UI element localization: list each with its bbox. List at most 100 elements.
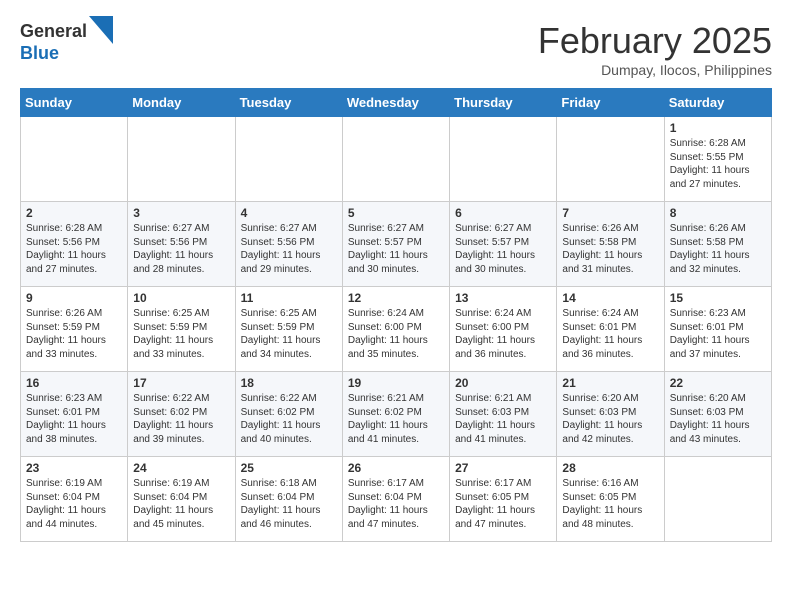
weekday-header-tuesday: Tuesday	[235, 89, 342, 117]
day-info: Sunrise: 6:24 AMSunset: 6:00 PMDaylight:…	[455, 307, 551, 361]
day-info: Sunrise: 6:20 AMSunset: 6:03 PMDaylight:…	[562, 392, 658, 446]
day-number: 19	[348, 376, 444, 390]
calendar-week-row: 16 Sunrise: 6:23 AMSunset: 6:01 PMDayligh…	[21, 372, 772, 457]
weekday-header-thursday: Thursday	[450, 89, 557, 117]
calendar-cell: 12 Sunrise: 6:24 AMSunset: 6:00 PMDayligh…	[342, 287, 449, 372]
calendar-cell: 11 Sunrise: 6:25 AMSunset: 5:59 PMDayligh…	[235, 287, 342, 372]
weekday-header-sunday: Sunday	[21, 89, 128, 117]
weekday-header-row: SundayMondayTuesdayWednesdayThursdayFrid…	[21, 89, 772, 117]
day-info: Sunrise: 6:26 AMSunset: 5:59 PMDaylight:…	[26, 307, 122, 361]
calendar-cell: 3 Sunrise: 6:27 AMSunset: 5:56 PMDaylight…	[128, 202, 235, 287]
calendar-cell	[342, 117, 449, 202]
location-text: Dumpay, Ilocos, Philippines	[538, 62, 772, 78]
calendar-cell: 26Sunrise: 6:17 AMSunset: 6:04 PMDayligh…	[342, 457, 449, 542]
day-number: 20	[455, 376, 551, 390]
calendar-cell: 23 Sunrise: 6:19 AMSunset: 6:04 PMDayligh…	[21, 457, 128, 542]
calendar-cell	[664, 457, 771, 542]
day-number: 18	[241, 376, 337, 390]
day-info: Sunrise: 6:26 AMSunset: 5:58 PMDaylight:…	[562, 222, 658, 276]
day-number: 8	[670, 206, 766, 220]
calendar-cell: 18 Sunrise: 6:22 AMSunset: 6:02 PMDayligh…	[235, 372, 342, 457]
day-number: 12	[348, 291, 444, 305]
day-info: Sunrise: 6:25 AMSunset: 5:59 PMDaylight:…	[241, 307, 337, 361]
logo-icon	[89, 16, 113, 44]
day-number: 6	[455, 206, 551, 220]
day-info: Sunrise: 6:23 AMSunset: 6:01 PMDaylight:…	[26, 392, 122, 446]
day-info: Sunrise: 6:28 AMSunset: 5:56 PMDaylight:…	[26, 222, 122, 276]
calendar-cell: 16 Sunrise: 6:23 AMSunset: 6:01 PMDayligh…	[21, 372, 128, 457]
logo-general-text: General	[20, 22, 87, 42]
day-number: 25	[241, 461, 337, 475]
day-info: Sunrise: 6:20 AMSunset: 6:03 PMDaylight:…	[670, 392, 766, 446]
day-info: Sunrise: 6:24 AMSunset: 6:00 PMDaylight:…	[348, 307, 444, 361]
calendar-cell	[21, 117, 128, 202]
day-info: Sunrise: 6:23 AMSunset: 6:01 PMDaylight:…	[670, 307, 766, 361]
calendar-cell	[557, 117, 664, 202]
day-info: Sunrise: 6:21 AMSunset: 6:02 PMDaylight:…	[348, 392, 444, 446]
calendar-cell: 2Sunrise: 6:28 AMSunset: 5:56 PMDaylight…	[21, 202, 128, 287]
day-info: Sunrise: 6:26 AMSunset: 5:58 PMDaylight:…	[670, 222, 766, 276]
day-number: 16	[26, 376, 122, 390]
calendar-cell: 27 Sunrise: 6:17 AMSunset: 6:05 PMDayligh…	[450, 457, 557, 542]
weekday-header-friday: Friday	[557, 89, 664, 117]
month-title: February 2025	[538, 20, 772, 62]
calendar-cell: 10Sunrise: 6:25 AMSunset: 5:59 PMDayligh…	[128, 287, 235, 372]
calendar-cell: 5Sunrise: 6:27 AMSunset: 5:57 PMDaylight…	[342, 202, 449, 287]
day-number: 14	[562, 291, 658, 305]
day-info: Sunrise: 6:21 AMSunset: 6:03 PMDaylight:…	[455, 392, 551, 446]
calendar-week-row: 23 Sunrise: 6:19 AMSunset: 6:04 PMDayligh…	[21, 457, 772, 542]
day-info: Sunrise: 6:16 AMSunset: 6:05 PMDaylight:…	[562, 477, 658, 531]
day-number: 15	[670, 291, 766, 305]
day-info: Sunrise: 6:17 AMSunset: 6:05 PMDaylight:…	[455, 477, 551, 531]
calendar-cell: 1 Sunrise: 6:28 AMSunset: 5:55 PMDaylight…	[664, 117, 771, 202]
day-number: 11	[241, 291, 337, 305]
calendar-cell: 20 Sunrise: 6:21 AMSunset: 6:03 PMDayligh…	[450, 372, 557, 457]
day-info: Sunrise: 6:18 AMSunset: 6:04 PMDaylight:…	[241, 477, 337, 531]
calendar-cell: 21 Sunrise: 6:20 AMSunset: 6:03 PMDayligh…	[557, 372, 664, 457]
logo: General Blue	[20, 20, 113, 64]
calendar-week-row: 2Sunrise: 6:28 AMSunset: 5:56 PMDaylight…	[21, 202, 772, 287]
day-number: 3	[133, 206, 229, 220]
calendar-cell: 28Sunrise: 6:16 AMSunset: 6:05 PMDayligh…	[557, 457, 664, 542]
day-number: 21	[562, 376, 658, 390]
calendar-cell: 17 Sunrise: 6:22 AMSunset: 6:02 PMDayligh…	[128, 372, 235, 457]
title-block: February 2025 Dumpay, Ilocos, Philippine…	[538, 20, 772, 78]
day-number: 17	[133, 376, 229, 390]
day-info: Sunrise: 6:28 AMSunset: 5:55 PMDaylight:…	[670, 137, 766, 191]
calendar-cell: 14 Sunrise: 6:24 AMSunset: 6:01 PMDayligh…	[557, 287, 664, 372]
day-number: 27	[455, 461, 551, 475]
calendar-cell	[450, 117, 557, 202]
day-info: Sunrise: 6:19 AMSunset: 6:04 PMDaylight:…	[26, 477, 122, 531]
day-number: 22	[670, 376, 766, 390]
day-info: Sunrise: 6:22 AMSunset: 6:02 PMDaylight:…	[133, 392, 229, 446]
day-info: Sunrise: 6:17 AMSunset: 6:04 PMDaylight:…	[348, 477, 444, 531]
day-info: Sunrise: 6:27 AMSunset: 5:56 PMDaylight:…	[133, 222, 229, 276]
day-number: 13	[455, 291, 551, 305]
day-number: 24	[133, 461, 229, 475]
calendar-cell: 9Sunrise: 6:26 AMSunset: 5:59 PMDaylight…	[21, 287, 128, 372]
calendar-cell	[128, 117, 235, 202]
calendar-cell: 15 Sunrise: 6:23 AMSunset: 6:01 PMDayligh…	[664, 287, 771, 372]
calendar-week-row: 1 Sunrise: 6:28 AMSunset: 5:55 PMDaylight…	[21, 117, 772, 202]
calendar-cell: 6 Sunrise: 6:27 AMSunset: 5:57 PMDaylight…	[450, 202, 557, 287]
calendar-week-row: 9Sunrise: 6:26 AMSunset: 5:59 PMDaylight…	[21, 287, 772, 372]
logo-blue-text: Blue	[20, 44, 113, 64]
calendar-cell: 22 Sunrise: 6:20 AMSunset: 6:03 PMDayligh…	[664, 372, 771, 457]
day-number: 1	[670, 121, 766, 135]
day-info: Sunrise: 6:24 AMSunset: 6:01 PMDaylight:…	[562, 307, 658, 361]
calendar-cell: 8 Sunrise: 6:26 AMSunset: 5:58 PMDaylight…	[664, 202, 771, 287]
page-header: General Blue February 2025 Dumpay, Iloco…	[20, 20, 772, 78]
day-number: 4	[241, 206, 337, 220]
calendar-table: SundayMondayTuesdayWednesdayThursdayFrid…	[20, 88, 772, 542]
calendar-cell: 24 Sunrise: 6:19 AMSunset: 6:04 PMDayligh…	[128, 457, 235, 542]
day-info: Sunrise: 6:27 AMSunset: 5:57 PMDaylight:…	[455, 222, 551, 276]
calendar-cell: 7Sunrise: 6:26 AMSunset: 5:58 PMDaylight…	[557, 202, 664, 287]
calendar-cell: 4Sunrise: 6:27 AMSunset: 5:56 PMDaylight…	[235, 202, 342, 287]
calendar-cell: 25 Sunrise: 6:18 AMSunset: 6:04 PMDayligh…	[235, 457, 342, 542]
day-info: Sunrise: 6:22 AMSunset: 6:02 PMDaylight:…	[241, 392, 337, 446]
day-number: 23	[26, 461, 122, 475]
day-info: Sunrise: 6:19 AMSunset: 6:04 PMDaylight:…	[133, 477, 229, 531]
day-info: Sunrise: 6:25 AMSunset: 5:59 PMDaylight:…	[133, 307, 229, 361]
weekday-header-saturday: Saturday	[664, 89, 771, 117]
day-number: 5	[348, 206, 444, 220]
